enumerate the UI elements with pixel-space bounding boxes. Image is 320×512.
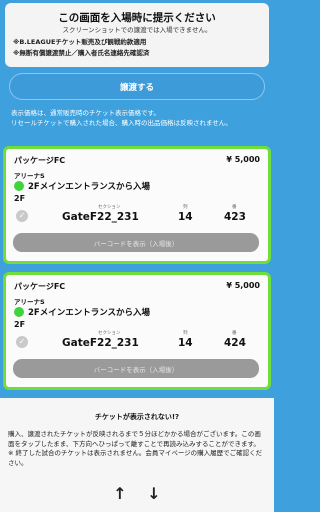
ticket-entrance-label: 2Fメインエントランスから入場 — [28, 182, 151, 192]
notice-subtitle: スクリーンショットでの譲渡では入場できません。 — [62, 26, 212, 34]
ticket-floor: 2F — [14, 194, 26, 203]
help-reload-text: 購入、譲渡されたチケットが反映されるまで５分ほどかかる場合がございます。この画面… — [8, 430, 261, 448]
check-circle-icon: ✓ — [16, 336, 28, 348]
ticket-card[interactable]: パッケージFC ¥ 5,000 アリーナS 2Fメインエントランスから入場 2F… — [3, 272, 271, 390]
arrow-down-icon[interactable]: ↓ — [144, 484, 164, 506]
row-header: 列 — [183, 331, 188, 336]
green-dot-icon — [14, 181, 24, 191]
section-header: セクション — [98, 205, 121, 210]
ticket-screen: この画面を入場時に提示ください スクリーンショットでの譲渡では入場できません。 … — [0, 0, 274, 512]
section-header: セクション — [98, 331, 121, 336]
ticket-entrance-label: 2Fメインエントランスから入場 — [28, 308, 151, 318]
notice-line-terms: ※B.LEAGUEチケット販売及び観戦約款適用 — [13, 38, 147, 46]
check-circle-icon: ✓ — [16, 210, 28, 222]
scroll-arrows: ↑ ↓ — [110, 484, 164, 506]
number-header: 番 — [232, 331, 237, 336]
green-dot-icon — [14, 307, 24, 317]
transfer-button[interactable]: 譲渡する — [9, 73, 265, 100]
ticket-floor: 2F — [14, 320, 26, 329]
help-ended-text: ※ 終了した試合のチケットは表示されません。会員マイページの購入履歴でご確認くだ… — [8, 449, 263, 467]
row-header: 列 — [183, 205, 188, 210]
price-info-line2: リセールチケットで購入された場合、購入時の出品価格は反映されません。 — [11, 119, 232, 127]
show-barcode-button[interactable]: バーコードを表示（入場後） — [13, 359, 259, 378]
help-question: チケットが表示されない!? — [94, 413, 180, 421]
ticket-price: ¥ 5,000 — [226, 155, 260, 164]
ticket-row: 14 — [178, 337, 193, 349]
number-header: 番 — [232, 205, 237, 210]
ticket-seat-type: アリーナS — [14, 298, 45, 306]
ticket-number: 424 — [224, 337, 246, 349]
notice-line-resale: ※無断有償譲渡禁止／購入者氏名連絡先確認済 — [13, 49, 150, 57]
price-info-line1: 表示価格は、通常販売時のチケット表示価格です。 — [11, 109, 160, 117]
entry-notice: この画面を入場時に提示ください スクリーンショットでの譲渡では入場できません。 … — [5, 3, 269, 67]
ticket-section: GateF22_231 — [62, 337, 139, 349]
ticket-entrance: 2Fメインエントランスから入場 — [14, 180, 150, 192]
price-info: 表示価格は、通常販売時のチケット表示価格です。 リセールチケットで購入された場合… — [5, 104, 269, 140]
ticket-card[interactable]: パッケージFC ¥ 5,000 アリーナS 2Fメインエントランスから入場 2F… — [3, 146, 271, 264]
ticket-package: パッケージFC — [14, 282, 66, 291]
ticket-row: 14 — [178, 211, 193, 223]
ticket-entrance: 2Fメインエントランスから入場 — [14, 306, 150, 318]
ticket-number: 423 — [224, 211, 246, 223]
ticket-section: GateF22_231 — [62, 211, 139, 223]
notice-title: この画面を入場時に提示ください — [58, 12, 216, 24]
ticket-seat-type: アリーナS — [14, 172, 45, 180]
ticket-package: パッケージFC — [14, 156, 66, 165]
show-barcode-button[interactable]: バーコードを表示（入場後） — [13, 233, 259, 252]
arrow-up-icon[interactable]: ↑ — [110, 484, 130, 506]
ticket-price: ¥ 5,000 — [226, 281, 260, 290]
